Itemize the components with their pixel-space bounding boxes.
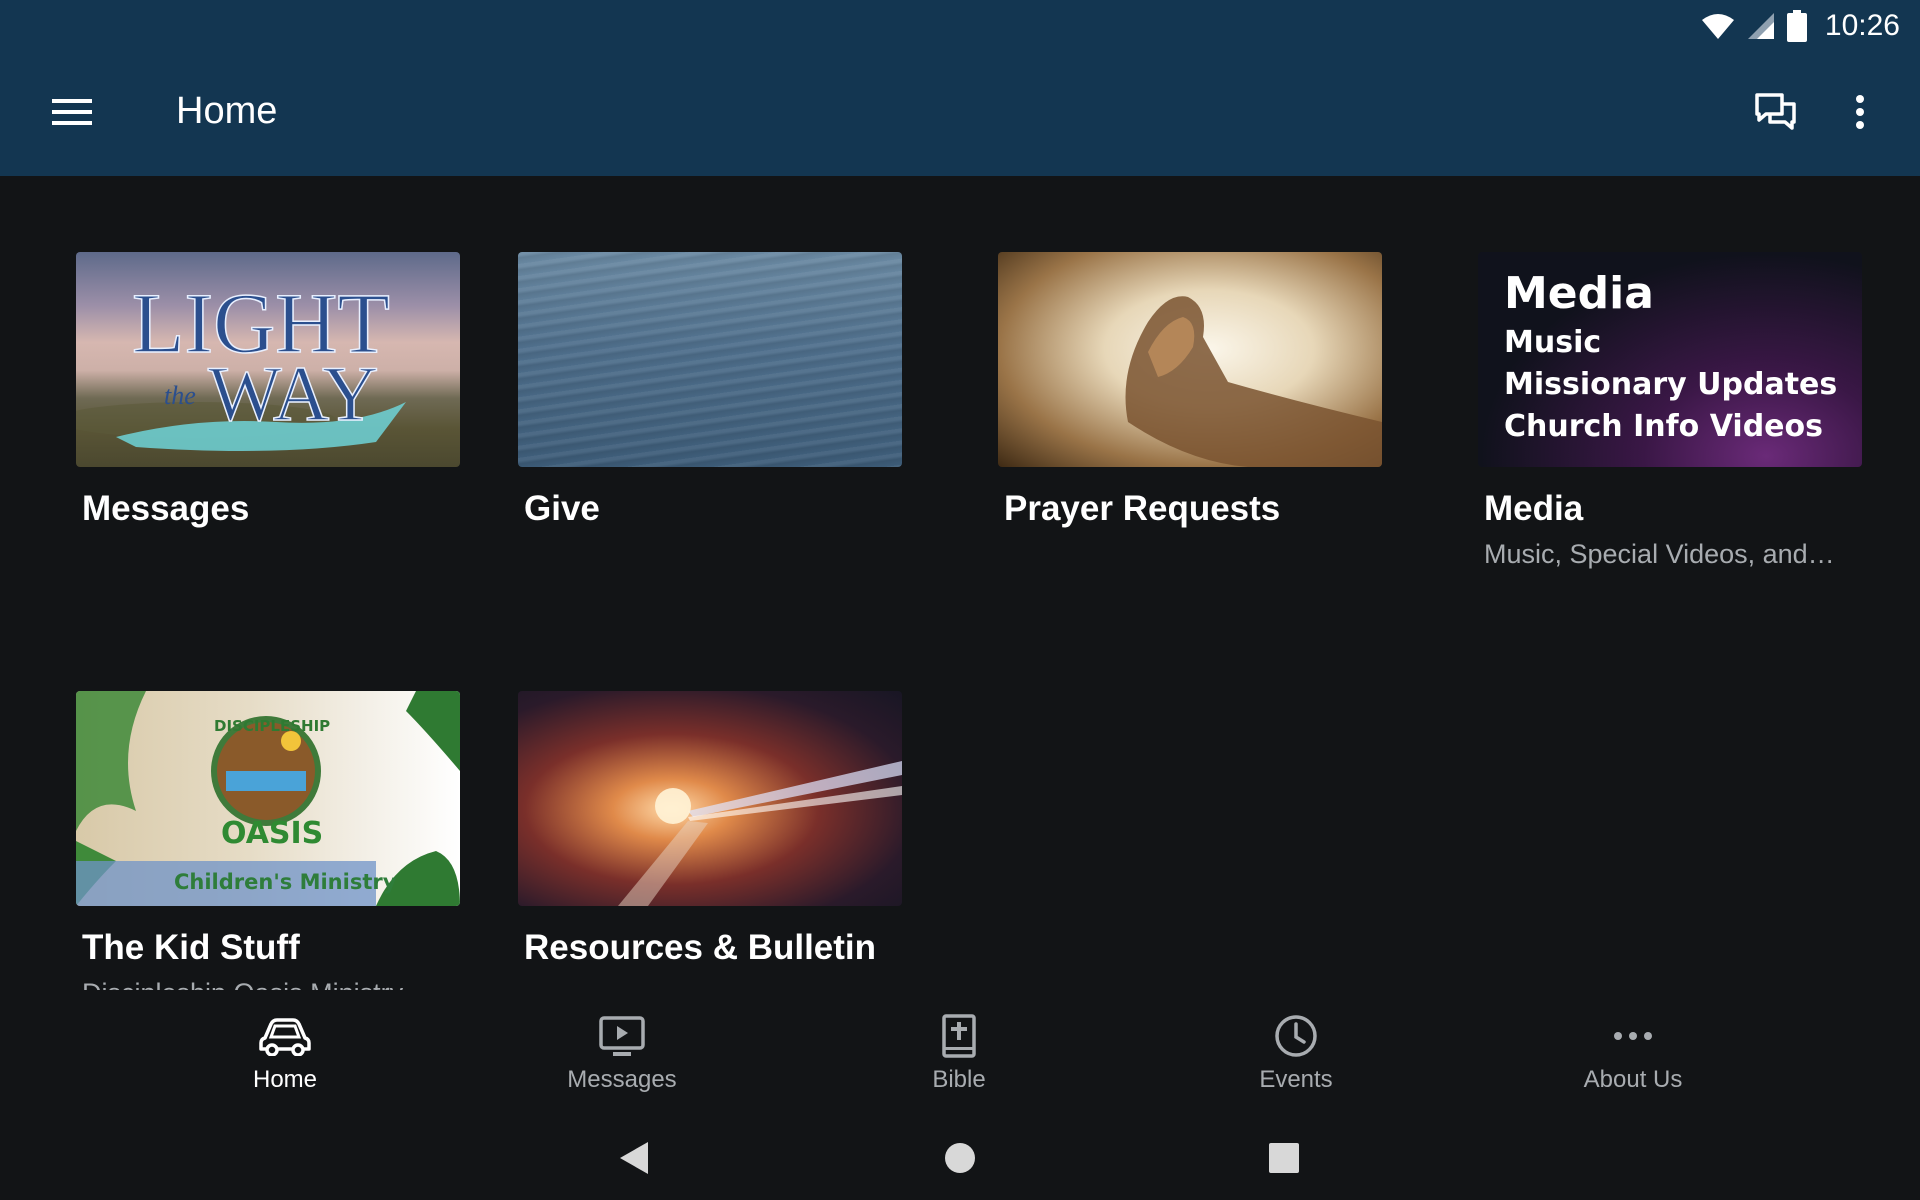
give-thumbnail	[518, 252, 902, 467]
tile-prayer-requests[interactable]: Prayer Requests	[998, 252, 1382, 529]
tile-subtitle: Discipleship Oasis Ministry	[82, 978, 454, 990]
thumbnail-word-the: the	[164, 381, 196, 410]
tile-title: Give	[524, 489, 600, 528]
nav-label: Messages	[567, 1066, 677, 1093]
system-back-button[interactable]	[606, 1130, 662, 1186]
menu-button[interactable]	[36, 82, 108, 142]
light-trails-artwork	[618, 761, 902, 906]
light-the-way-artwork: LIGHT the WAY	[76, 274, 406, 451]
praying-hands-artwork	[1125, 296, 1382, 467]
kid-thumbnail-middle-text: OASIS	[221, 816, 323, 851]
discipleship-oasis-artwork: DISCIPLESHIP OASIS Children's Ministry	[76, 691, 460, 906]
media-thumbnail-line: Church Info Videos	[1504, 409, 1823, 444]
tile-title: Media	[1484, 489, 1584, 528]
hamburger-menu-icon	[52, 99, 92, 125]
media-thumbnail: Media Music Missionary Updates Church In…	[1478, 252, 1862, 467]
messages-thumbnail: LIGHT the WAY	[76, 252, 460, 467]
bible-icon	[942, 1014, 976, 1058]
more-vertical-icon	[1856, 95, 1864, 129]
media-thumbnail-line: Missionary Updates	[1504, 367, 1838, 402]
more-options-button[interactable]	[1830, 82, 1890, 142]
resources-thumbnail	[518, 691, 902, 906]
video-play-icon	[599, 1016, 645, 1056]
status-clock: 10:26	[1824, 9, 1900, 42]
tile-kid-stuff[interactable]: DISCIPLESHIP OASIS Children's Ministry T…	[76, 691, 460, 990]
signal-icon	[1747, 13, 1774, 39]
more-horizontal-icon	[1614, 1032, 1652, 1040]
prayer-hands-thumbnail	[998, 252, 1382, 467]
nav-label: Events	[1259, 1066, 1333, 1093]
tile-subtitle: Music, Special Videos, and…	[1484, 539, 1835, 569]
kid-stuff-thumbnail: DISCIPLESHIP OASIS Children's Ministry	[76, 691, 460, 906]
wifi-icon	[1701, 14, 1734, 39]
tile-give[interactable]: Give	[518, 252, 902, 529]
system-recents-button[interactable]	[1256, 1130, 1312, 1186]
nav-events[interactable]: Events	[1196, 990, 1396, 1102]
system-navigation-bar	[0, 1110, 1920, 1200]
media-thumbnail-line: Music	[1504, 325, 1602, 360]
tile-title: Resources & Bulletin	[524, 928, 877, 967]
back-icon	[620, 1142, 648, 1174]
media-thumbnail-heading: Media	[1504, 268, 1654, 319]
nav-messages[interactable]: Messages	[522, 990, 722, 1102]
nav-label: Bible	[932, 1066, 986, 1093]
chat-button[interactable]	[1740, 82, 1812, 142]
tile-messages[interactable]: LIGHT the WAY Messages	[76, 252, 460, 529]
home-icon	[945, 1143, 975, 1173]
kid-thumbnail-top-text: DISCIPLESHIP	[214, 717, 330, 735]
system-home-button[interactable]	[932, 1130, 988, 1186]
bottom-navigation: Home Messages Bible Events About Us	[0, 990, 1920, 1110]
nav-about-us[interactable]: About Us	[1533, 990, 1733, 1102]
tile-media[interactable]: Media Music Missionary Updates Church In…	[1478, 252, 1862, 570]
recents-icon	[1269, 1143, 1299, 1173]
tile-title: Messages	[82, 489, 250, 528]
clock-icon	[1275, 1015, 1317, 1057]
kid-thumbnail-bottom-text: Children's Ministry	[174, 870, 397, 894]
page-title: Home	[176, 90, 278, 132]
tile-title: Prayer Requests	[1004, 489, 1281, 528]
tile-resources-bulletin[interactable]: Resources & Bulletin	[518, 691, 902, 968]
thumbnail-word-way: WAY	[208, 350, 378, 437]
nav-label: About Us	[1583, 1066, 1683, 1093]
battery-icon	[1786, 10, 1807, 42]
app-bar: 10:26 Home	[0, 0, 1920, 176]
nav-home[interactable]: Home	[185, 990, 385, 1102]
car-icon	[259, 1018, 311, 1056]
status-bar: 10:26	[1701, 8, 1900, 44]
media-thumbnail-text: Media Music Missionary Updates Church In…	[1504, 266, 1837, 448]
chat-bubbles-icon	[1755, 93, 1796, 130]
nav-label: Home	[252, 1066, 318, 1093]
tile-title: The Kid Stuff	[82, 928, 300, 967]
nav-bible[interactable]: Bible	[859, 990, 1059, 1102]
